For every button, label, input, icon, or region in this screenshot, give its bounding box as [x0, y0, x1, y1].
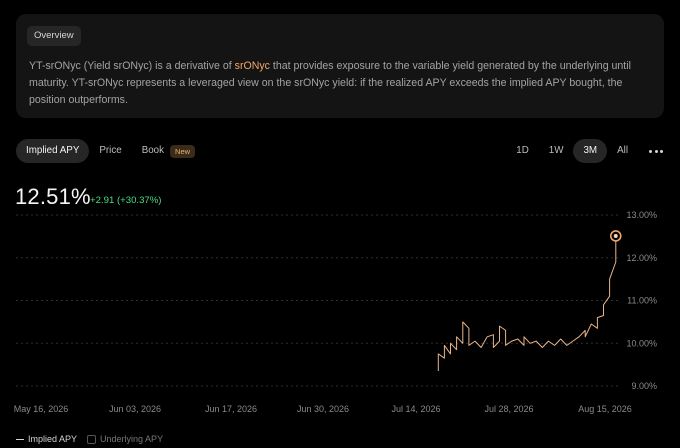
legend-label: Underlying APY	[100, 434, 164, 444]
tab-label: Price	[99, 145, 122, 156]
implied-apy-line	[437, 235, 617, 371]
range-all[interactable]: All	[607, 139, 638, 163]
current-point-dot	[613, 233, 618, 238]
time-range-selector: 1D 1W 3M All	[506, 139, 668, 163]
underlying-link[interactable]: srONyc	[235, 60, 270, 72]
x-tick-label: Jun 17, 2026	[205, 404, 257, 414]
tab-book[interactable]: Book New	[132, 139, 205, 163]
x-tick-label: Jul 14, 2026	[391, 404, 440, 414]
overview-text-start: YT-srONyc (Yield srONyc) is a derivative…	[29, 60, 235, 72]
chart-legend: Implied APY Underlying APY	[16, 434, 173, 444]
chart-type-tabs: Implied APY Price Book New	[16, 139, 205, 163]
y-tick-label: 13.00%	[626, 210, 657, 220]
tab-price[interactable]: Price	[89, 139, 131, 163]
range-1w[interactable]: 1W	[539, 139, 574, 163]
x-tick-label: Aug 15, 2026	[578, 404, 632, 414]
tab-label: Book	[141, 145, 165, 156]
legend-checkbox[interactable]	[87, 434, 97, 444]
x-tick-label: Jul 28, 2026	[484, 404, 533, 414]
x-tick-label: Jun 30, 2026	[297, 404, 349, 414]
x-tick-label: Jun 03, 2026	[109, 404, 161, 414]
more-horizontal-icon[interactable]	[644, 139, 668, 163]
new-badge: New	[170, 144, 196, 158]
range-1d[interactable]: 1D	[506, 139, 539, 163]
tab-label: Implied APY	[26, 145, 80, 156]
overview-description: YT-srONyc (Yield srONyc) is a derivative…	[29, 58, 657, 109]
legend-underlying-apy[interactable]: Underlying APY	[87, 434, 163, 444]
y-tick-label: 9.00%	[631, 381, 657, 391]
range-3m[interactable]: 3M	[573, 139, 608, 163]
legend-line-swatch	[16, 438, 24, 440]
legend-label: Implied APY	[28, 434, 78, 444]
y-tick-label: 10.00%	[626, 338, 657, 348]
legend-implied-apy[interactable]: Implied APY	[16, 434, 77, 444]
x-tick-label: May 16, 2026	[14, 404, 69, 414]
overview-tag: Overview	[27, 26, 81, 46]
overview-card: Overview YT-srONyc (Yield srONyc) is a d…	[16, 14, 664, 118]
tab-implied-apy[interactable]: Implied APY	[16, 139, 90, 163]
y-tick-label: 12.00%	[626, 253, 657, 263]
implied-apy-chart[interactable]: 13.00% 12.00% 11.00% 10.00% 9.00% May 16, 202…	[0, 200, 680, 422]
y-tick-label: 11.00%	[627, 296, 657, 306]
